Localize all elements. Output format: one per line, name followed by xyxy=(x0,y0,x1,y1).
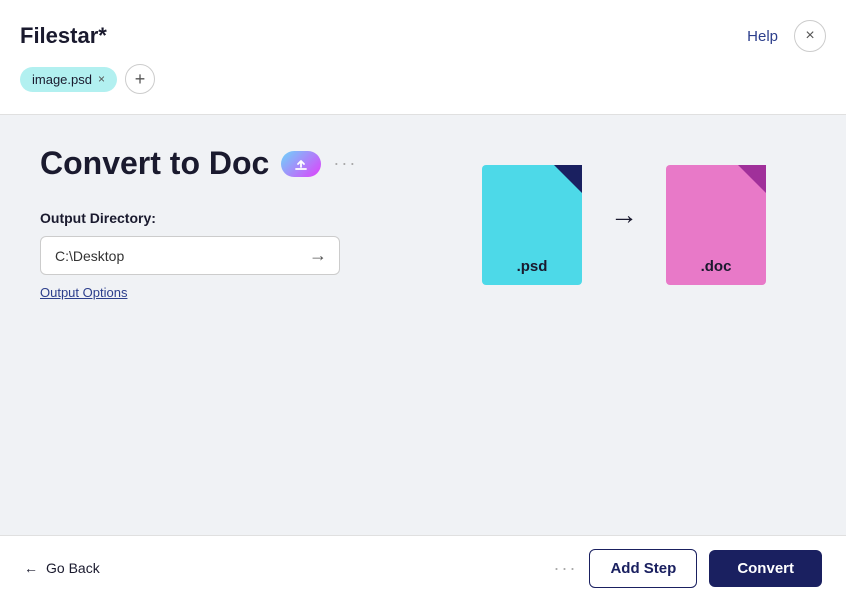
directory-input[interactable] xyxy=(41,238,297,274)
upload-icon xyxy=(293,156,309,172)
header-top: Filestar* Help × xyxy=(20,20,826,52)
source-file-icon: .psd xyxy=(482,165,582,285)
add-step-button[interactable]: Add Step xyxy=(589,549,697,588)
directory-browse-button[interactable]: → xyxy=(297,237,339,274)
psd-file-corner xyxy=(554,165,582,193)
header-right: Help × xyxy=(747,20,826,52)
footer-right: ··· Add Step Convert xyxy=(553,549,822,588)
footer: ← Go Back ··· Add Step Convert xyxy=(0,535,846,600)
conversion-arrow: → xyxy=(610,199,638,251)
close-button[interactable]: × xyxy=(794,20,826,52)
arrow-icon: → xyxy=(610,199,638,231)
tab-close-icon[interactable]: × xyxy=(98,73,105,85)
conversion-visual: .psd → .doc xyxy=(482,165,766,285)
app-logo: Filestar* xyxy=(20,23,107,49)
more-options-button[interactable]: ··· xyxy=(333,153,357,174)
main-content: Convert to Doc ··· Output Directory: → O… xyxy=(0,115,846,535)
go-back-label: Go Back xyxy=(46,560,100,576)
tabs-row: image.psd × + xyxy=(20,64,826,94)
footer-more-button[interactable]: ··· xyxy=(553,558,577,579)
tab-label: image.psd xyxy=(32,72,92,87)
convert-button[interactable]: Convert xyxy=(709,550,822,587)
target-file-icon: .doc xyxy=(666,165,766,285)
header: Filestar* Help × image.psd × + xyxy=(0,0,846,115)
help-link[interactable]: Help xyxy=(747,28,778,45)
page-title: Convert to Doc xyxy=(40,145,269,182)
go-back-button[interactable]: ← Go Back xyxy=(24,560,100,576)
doc-file-corner xyxy=(738,165,766,193)
source-ext-label: .psd xyxy=(517,258,548,275)
add-tab-button[interactable]: + xyxy=(125,64,155,94)
target-ext-label: .doc xyxy=(701,258,732,275)
upload-badge[interactable] xyxy=(281,151,321,177)
back-arrow-icon: ← xyxy=(24,560,38,576)
directory-input-row: → xyxy=(40,236,340,275)
output-options-link[interactable]: Output Options xyxy=(40,285,127,300)
file-tab[interactable]: image.psd × xyxy=(20,67,117,92)
